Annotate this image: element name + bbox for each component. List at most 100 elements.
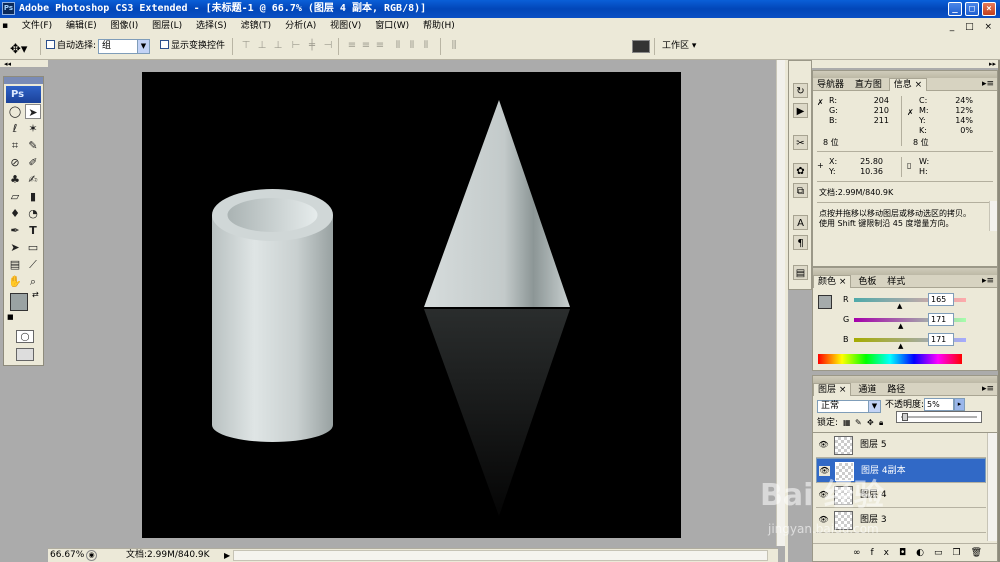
layer-comps-icon[interactable]: ▤: [793, 265, 808, 280]
layer-style-icon[interactable]: fx: [871, 548, 900, 558]
align-bottom-icon[interactable]: ⊥: [272, 40, 284, 52]
opacity-slider-track[interactable]: [901, 416, 977, 418]
lock-image-icon[interactable]: ✎: [855, 418, 862, 428]
stamp-icon[interactable]: ♣: [7, 172, 23, 187]
doc-close-button[interactable]: ×: [984, 19, 996, 35]
color-spectrum-bar[interactable]: [818, 354, 962, 364]
delete-layer-icon[interactable]: 🗑︎: [971, 548, 992, 558]
toolbox-dock-handle[interactable]: ◂◂: [0, 60, 48, 68]
distribute-bottom-icon[interactable]: ≡: [374, 40, 386, 52]
align-left-icon[interactable]: ⊢: [290, 40, 302, 52]
notes-icon[interactable]: ▤: [7, 257, 23, 272]
align-top-icon[interactable]: ⊤: [240, 40, 252, 52]
align-right-icon[interactable]: ⊣: [322, 40, 334, 52]
healing-icon[interactable]: ⊘: [7, 155, 23, 170]
red-slider-thumb-icon[interactable]: ▲: [897, 301, 902, 311]
history-panel-icon[interactable]: ↻: [793, 83, 808, 98]
menu-edit[interactable]: 编辑(E): [61, 18, 103, 34]
layer-row-5[interactable]: 👁︎ 图层 5: [816, 433, 986, 458]
gradient-icon[interactable]: ▮: [25, 189, 41, 204]
close-icon[interactable]: ×: [839, 277, 847, 287]
type-icon[interactable]: T: [25, 223, 41, 238]
brush-icon[interactable]: ✐: [25, 155, 41, 170]
path-select-icon[interactable]: ➤: [7, 240, 23, 255]
link-layers-icon[interactable]: ∞: [853, 548, 871, 558]
pen-icon[interactable]: ✒: [7, 223, 23, 238]
show-transform-checkbox[interactable]: 显示变换控件: [160, 34, 225, 58]
menu-image[interactable]: 图像(I): [106, 18, 145, 34]
lock-transparency-icon[interactable]: ▦: [843, 418, 851, 428]
distribute-top-icon[interactable]: ≡: [346, 40, 358, 52]
menu-file[interactable]: 文件(F): [17, 18, 58, 34]
tab-histogram[interactable]: 直方图: [851, 79, 886, 92]
menu-select[interactable]: 选择(S): [191, 18, 233, 34]
close-icon[interactable]: ×: [915, 80, 923, 90]
canvas-horizontal-scrollbar[interactable]: [233, 550, 768, 561]
eyedropper-icon[interactable]: ⟋: [25, 257, 41, 272]
panel-menu-icon[interactable]: ▸≡: [982, 78, 994, 91]
minimize-button[interactable]: _: [948, 2, 962, 16]
info-scrollbar[interactable]: [989, 201, 997, 231]
actions-panel-icon[interactable]: ▶: [793, 103, 808, 118]
blend-mode-dropdown[interactable]: 正常 ▼: [817, 400, 881, 413]
opacity-field[interactable]: 5%: [924, 398, 954, 411]
distribute-right-icon[interactable]: ⫴: [420, 40, 432, 52]
lock-all-icon[interactable]: 🔒︎: [879, 418, 883, 428]
tab-styles[interactable]: 样式: [883, 276, 909, 289]
distribute-left-icon[interactable]: ⫴: [392, 40, 404, 52]
opacity-slider-popup[interactable]: [896, 411, 982, 423]
auto-align-icon[interactable]: ⫼: [448, 40, 460, 52]
default-colors-icon[interactable]: ■: [7, 313, 14, 321]
status-arrow-icon[interactable]: ▶: [224, 549, 230, 562]
blue-value-field[interactable]: 171: [928, 333, 954, 346]
distribute-hcenter-icon[interactable]: ⫴: [406, 40, 418, 52]
green-value-field[interactable]: 171: [928, 313, 954, 326]
doc-restore-button[interactable]: □: [965, 19, 978, 35]
panel-menu-icon[interactable]: ▸≡: [982, 383, 994, 396]
eraser-icon[interactable]: ▱: [7, 189, 23, 204]
tab-navigator[interactable]: 导航器: [813, 79, 848, 92]
hand-icon[interactable]: ✋: [7, 274, 23, 289]
green-slider-thumb-icon[interactable]: ▲: [898, 321, 903, 331]
distribute-vcenter-icon[interactable]: ≡: [360, 40, 372, 52]
foreground-color-swatch[interactable]: [10, 293, 28, 311]
zoom-level[interactable]: 66.67%: [50, 549, 84, 562]
clone-source-icon[interactable]: ⧉: [793, 183, 808, 198]
color-foreground-swatch[interactable]: [818, 295, 832, 309]
red-value-field[interactable]: 165: [928, 293, 954, 306]
auto-select-checkbox[interactable]: 自动选择:: [46, 34, 96, 58]
swap-colors-icon[interactable]: ⇄: [32, 290, 39, 299]
menu-analysis[interactable]: 分析(A): [280, 18, 322, 34]
move-tool-icon[interactable]: ✥▾: [10, 38, 27, 62]
blur-icon[interactable]: ♦: [7, 206, 23, 221]
panel-dock-handle[interactable]: ▸▸: [788, 60, 1000, 68]
slice-icon[interactable]: ✎: [25, 138, 41, 153]
dodge-icon[interactable]: ◔: [25, 206, 41, 221]
paragraph-panel-icon[interactable]: ¶: [793, 235, 808, 250]
quick-mask-icon[interactable]: ◯: [16, 330, 34, 343]
bridge-icon[interactable]: [632, 40, 650, 53]
lasso-icon[interactable]: ℓ: [7, 121, 23, 136]
character-panel-icon[interactable]: A: [793, 215, 808, 230]
align-hcenter-icon[interactable]: ╪: [306, 40, 318, 52]
workspace-menu[interactable]: 工作区 ▾: [662, 34, 696, 58]
close-button[interactable]: ×: [982, 2, 996, 16]
opacity-slider-thumb[interactable]: [901, 413, 908, 421]
tool-presets-icon[interactable]: ✂: [793, 135, 808, 150]
tab-channels[interactable]: 通道: [854, 384, 880, 397]
auto-select-dropdown[interactable]: 组 ▼: [98, 39, 150, 54]
tab-layers[interactable]: 图层 ×: [813, 383, 852, 396]
adjustment-layer-icon[interactable]: ◐: [916, 548, 934, 558]
tab-color[interactable]: 颜色 ×: [813, 275, 852, 288]
add-mask-icon[interactable]: ◘: [899, 548, 916, 558]
brushes-panel-icon[interactable]: ✿: [793, 163, 808, 178]
new-group-icon[interactable]: ▭: [934, 548, 953, 558]
panel-menu-icon[interactable]: ▸≡: [982, 275, 994, 288]
shape-icon[interactable]: ▭: [25, 240, 41, 255]
menu-filter[interactable]: 滤镜(T): [236, 18, 278, 34]
blue-slider-thumb-icon[interactable]: ▲: [898, 341, 903, 351]
tab-paths[interactable]: 路径: [883, 384, 909, 397]
eye-icon[interactable]: 👁︎: [818, 440, 829, 450]
tab-swatches[interactable]: 色板: [854, 276, 880, 289]
lock-position-icon[interactable]: ✥: [867, 418, 874, 428]
